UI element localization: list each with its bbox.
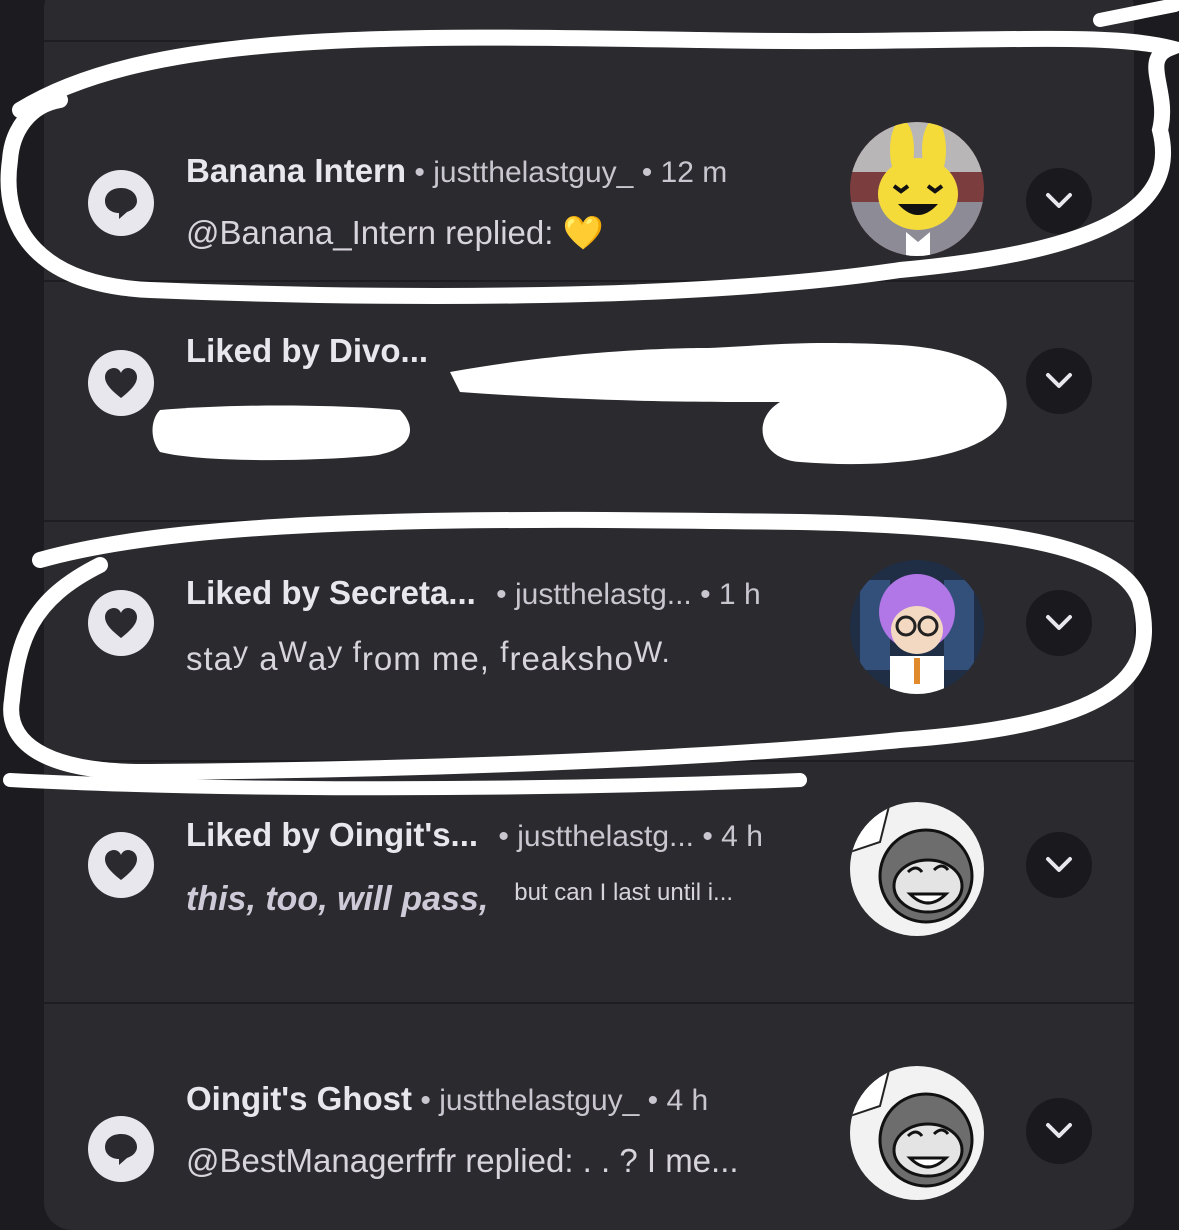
notification-row[interactable]: Liked by Divo...	[44, 280, 1134, 522]
notification-meta: justthelastg... • 1 h	[515, 578, 761, 611]
chevron-down-icon	[1046, 1123, 1072, 1138]
chevron-down-icon	[1046, 857, 1072, 872]
sender-name: Oingit's Ghost	[186, 1080, 413, 1117]
speech-bubble-icon	[88, 170, 154, 236]
sender-name: Liked by Oingit's...	[186, 816, 479, 853]
notification-body: this, too, will pass, but can I last unti…	[186, 879, 734, 918]
notification-row[interactable]: Liked by Oingit's... • justthelastg... •…	[44, 760, 1134, 1002]
chevron-down-icon	[1046, 615, 1072, 630]
chevron-down-button[interactable]	[1026, 348, 1092, 414]
chevron-down-icon	[1046, 373, 1072, 388]
purple-hair-avatar[interactable]	[850, 560, 984, 694]
notification-body: @BestManagerfrfr replied: . . ? I me...	[186, 1142, 739, 1179]
notification-body: stay aWay from me, freakshoW.	[186, 636, 671, 677]
notification-title: Banana Intern • justthelastguy_ • 12 m	[186, 152, 728, 189]
notification-row[interactable]: Liked by Secreta... • justthelastg... • …	[44, 520, 1134, 762]
sender-name: Banana Intern	[186, 152, 407, 189]
chevron-down-button[interactable]	[1026, 832, 1092, 898]
heart-icon	[88, 350, 154, 416]
monkey-comic-avatar[interactable]	[850, 802, 984, 936]
chevron-down-button[interactable]	[1026, 168, 1092, 234]
chevron-down-icon	[1046, 193, 1072, 208]
chevron-down-button[interactable]	[1026, 1098, 1092, 1164]
chevron-down-button[interactable]	[1026, 590, 1092, 656]
sender-name: Liked by Secreta...	[186, 574, 476, 611]
notification-row[interactable]: Oingit's Ghost • justthelastguy_ • 4 h @…	[44, 1002, 1134, 1230]
notification-body: @Banana_Intern replied: 💛	[186, 214, 604, 251]
notification-meta: justthelastguy_ • 4 h	[439, 1084, 709, 1117]
heart-icon	[88, 590, 154, 656]
sender-name: Liked by Divo...	[186, 332, 429, 369]
notification-title: Liked by Oingit's... • justthelastg... •…	[186, 816, 763, 853]
notification-title: Liked by Divo...	[186, 332, 428, 370]
speech-bubble-icon	[88, 1116, 154, 1182]
notification-meta: justthelastg... • 4 h	[517, 820, 763, 853]
notification-title: Oingit's Ghost • justthelastguy_ • 4 h	[186, 1080, 709, 1117]
monkey-comic-avatar[interactable]	[850, 1066, 984, 1200]
notification-row[interactable]: Banana Intern • justthelastguy_ • 12 m @…	[44, 40, 1134, 282]
heart-icon	[88, 832, 154, 898]
notification-meta: justthelastguy_ • 12 m	[433, 156, 728, 189]
notification-title: Liked by Secreta... • justthelastg... • …	[186, 574, 761, 611]
notifications-panel: Banana Intern • justthelastguy_ • 12 m @…	[44, 0, 1134, 1230]
yellow-bunny-avatar[interactable]	[850, 122, 984, 256]
